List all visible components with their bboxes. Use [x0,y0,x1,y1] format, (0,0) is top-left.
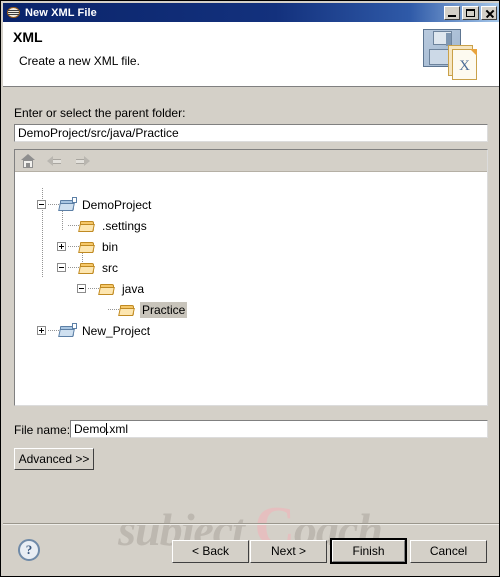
back-button[interactable]: < Back [172,540,249,563]
tree-toggle-icon[interactable] [37,200,46,209]
tree-item-label: src [102,260,118,275]
tree-item-bin[interactable]: bin [57,236,120,257]
tree-item-label: Practice [140,301,188,318]
minimize-button[interactable] [444,5,460,20]
next-button[interactable]: Next > [250,540,327,563]
file-name-label: File name: [14,423,71,437]
tree-toggle-icon[interactable] [77,284,86,293]
tree-toggle-icon[interactable] [37,326,46,335]
project-folder-icon [58,196,77,212]
tree-toggle-icon[interactable] [57,263,66,272]
tree-connector [48,204,59,205]
help-icon[interactable]: ? [18,539,40,561]
tree-item-src[interactable]: src [57,257,120,278]
tree-item-settings[interactable]: .settings [57,215,149,236]
forward-arrow-icon[interactable] [73,153,91,169]
file-name-input[interactable]: Demo.xml [70,420,488,438]
folder-icon [78,261,96,275]
new-xml-file-dialog: New XML File XML Create a new XML file. … [0,0,500,577]
folder-icon [78,219,96,233]
file-name-value-before-caret: Demo [74,422,107,436]
tree-toolbar [15,150,487,172]
tree-toggle-icon[interactable] [57,242,66,251]
home-icon[interactable] [19,153,37,169]
parent-folder-input[interactable]: DemoProject/src/java/Practice [14,124,488,142]
eclipse-wizard-icon [6,5,21,20]
finish-button-label: Finish [352,544,385,558]
tree-item-demoproject[interactable]: DemoProject [37,194,153,215]
tree-connector [108,309,119,310]
folder-icon [78,240,96,254]
tree-connector [68,267,79,268]
tree-connector [48,330,59,331]
parent-folder-label: Enter or select the parent folder: [14,106,186,120]
close-button[interactable] [481,5,497,20]
tree-connector [68,225,79,226]
maximize-button[interactable] [462,5,479,20]
finish-button[interactable]: Finish [330,538,407,564]
next-button-label: Next > [270,544,306,558]
window-title: New XML File [25,6,97,19]
tree-item-label: bin [102,239,119,254]
folder-icon [98,282,116,296]
tree-item-label: .settings [102,218,147,233]
back-button-label: < Back [191,544,230,558]
back-arrow-icon[interactable] [46,153,64,169]
page-title: XML [13,29,43,45]
cancel-button-label: Cancel [429,544,468,558]
advanced-button[interactable]: Advanced >> [14,448,94,470]
folder-icon [118,303,136,317]
tree-item-label: DemoProject [82,197,152,212]
project-folder-icon [58,322,77,338]
tree-item-practice[interactable]: Practice [97,299,188,320]
tree-item-label: New_Project [82,323,151,338]
title-bar[interactable]: New XML File [3,3,499,22]
xml-file-save-icon: X [421,26,487,82]
tree-item-java[interactable]: java [77,278,146,299]
window-controls [444,5,497,20]
tree-connector [88,288,99,289]
wizard-header: XML Create a new XML file. X [3,22,499,87]
cancel-button[interactable]: Cancel [410,540,487,563]
file-name-value-after-caret: .xml [106,422,129,436]
tree-connector [68,246,79,247]
tree-item-label: java [122,281,145,296]
footer-divider-highlight [3,524,499,525]
tree-item-new-project[interactable]: New_Project [37,320,152,341]
page-description: Create a new XML file. [19,54,140,68]
folder-tree-panel[interactable]: DemoProject .settings bin src java Pract… [14,149,488,406]
